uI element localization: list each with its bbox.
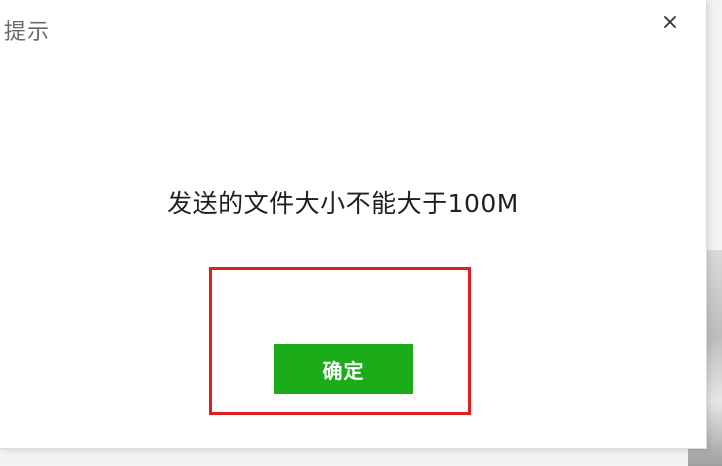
close-icon (664, 16, 676, 28)
close-button[interactable] (656, 8, 684, 36)
ok-button[interactable]: 确定 (274, 344, 413, 394)
alert-dialog: 提示 发送的文件大小不能大于100M 确定 (0, 0, 707, 449)
dialog-title: 提示 (4, 20, 51, 45)
dialog-message: 发送的文件大小不能大于100M (167, 189, 519, 218)
